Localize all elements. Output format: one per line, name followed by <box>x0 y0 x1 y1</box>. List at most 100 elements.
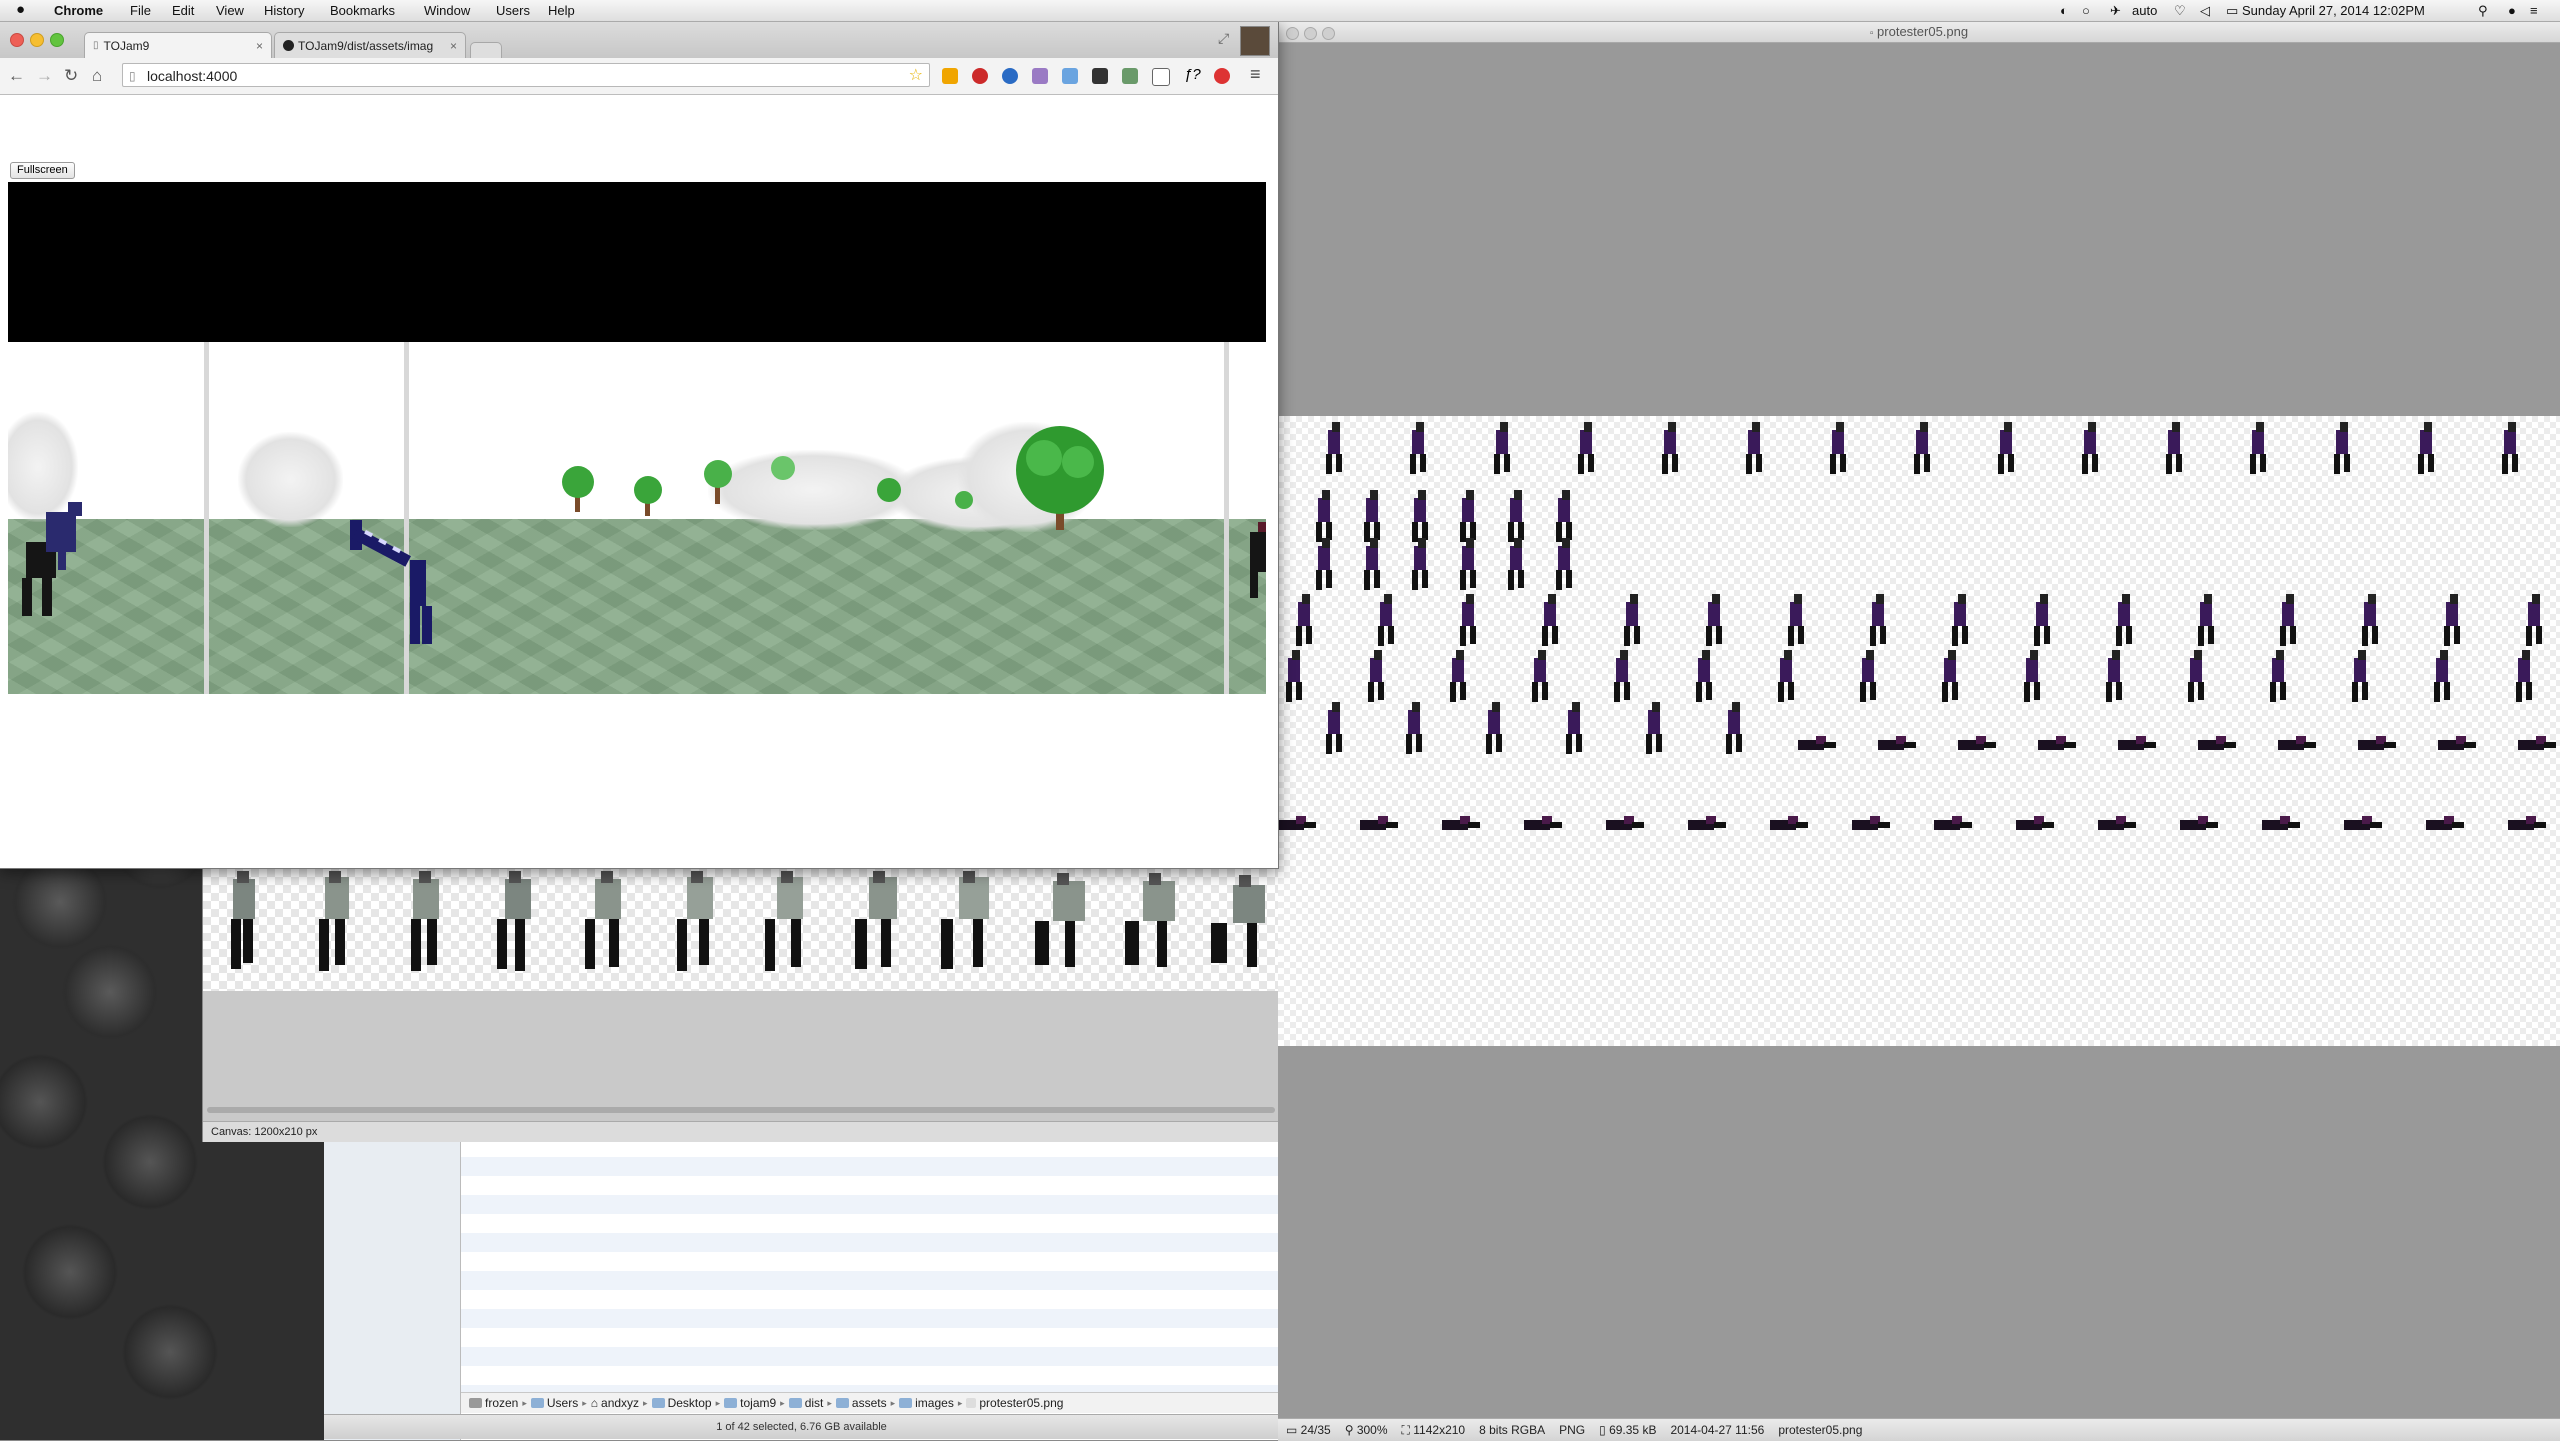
sprite-frame <box>1278 816 1316 830</box>
sprite-frame <box>1606 816 1644 830</box>
wifi-icon[interactable]: ♡ <box>2174 3 2186 19</box>
color-depth: 8 bits RGBA <box>1479 1423 1546 1437</box>
sprite-frame <box>1646 702 1662 754</box>
clock[interactable]: Sunday April 27, 2014 12:02PM <box>2242 3 2425 18</box>
sprite-frame <box>1326 422 1342 474</box>
new-tab-button[interactable] <box>470 42 502 58</box>
home-icon[interactable]: ⌂ <box>92 66 102 86</box>
path-item[interactable]: tojam9 <box>724 1396 776 1410</box>
fullscreen-arrows-icon[interactable]: ⤢ <box>1218 30 1229 47</box>
sprite-frame <box>1614 650 1630 702</box>
address-bar[interactable]: ▯ localhost:4000 ☆ <box>122 63 930 87</box>
chat-icon[interactable]: ○ <box>2082 3 2090 18</box>
sprite-frame <box>2188 650 2204 702</box>
battery-icon[interactable]: ▭ <box>2226 3 2238 19</box>
extension-icon[interactable] <box>1062 68 1078 84</box>
smoke-cloud <box>238 432 343 527</box>
tab-tojam9[interactable]: ▯ TOJam9 × <box>84 32 272 58</box>
finder-sidebar <box>324 1138 461 1440</box>
path-item[interactable]: protester05.png <box>966 1396 1063 1410</box>
extension-icon[interactable] <box>942 68 958 84</box>
tree <box>771 456 795 480</box>
sprite-frame <box>1406 702 1422 754</box>
zombie-sprite-frames <box>231 871 1265 971</box>
sprite-frame <box>2106 650 2122 702</box>
sprite-frame <box>2262 816 2300 830</box>
sprite-frame <box>2344 816 2382 830</box>
fullscreen-button[interactable]: Fullscreen <box>10 162 75 179</box>
extension-icon[interactable] <box>1092 68 1108 84</box>
sprite-frame <box>1998 422 2014 474</box>
extension-icon[interactable] <box>1032 68 1048 84</box>
chevron-right-icon: ▸ <box>715 1397 721 1408</box>
path-item[interactable]: ⌂ andxyz <box>591 1396 639 1410</box>
input-mode[interactable]: auto <box>2132 3 2157 18</box>
notification-center-icon[interactable]: ≡ <box>2530 3 2538 18</box>
close-button[interactable] <box>1286 27 1299 40</box>
sprite-sheet-image[interactable] <box>1278 416 2560 1046</box>
game-canvas[interactable] <box>8 182 1266 694</box>
path-item[interactable]: assets <box>835 1396 887 1410</box>
user-icon[interactable]: ● <box>2508 3 2516 18</box>
star-icon[interactable]: ☆ <box>909 64 923 88</box>
cast-icon[interactable] <box>1152 68 1170 86</box>
game-ground <box>8 519 1266 694</box>
menu-icon[interactable]: ≡ <box>1250 64 1261 85</box>
zoom-button[interactable] <box>1322 27 1335 40</box>
sprite-frame <box>2024 650 2040 702</box>
menu-edit[interactable]: Edit <box>172 3 194 18</box>
sprite-frame <box>2358 736 2396 750</box>
back-arrow-icon[interactable]: ← <box>8 66 25 86</box>
extension-icon[interactable] <box>1002 68 1018 84</box>
sprite-frame <box>1566 702 1582 754</box>
adblock-icon[interactable] <box>1214 68 1230 84</box>
minimize-button[interactable] <box>30 33 44 47</box>
file-name: protester05.png <box>1778 1423 1863 1437</box>
forward-arrow-icon[interactable]: → <box>36 66 53 86</box>
menu-history[interactable]: History <box>264 3 304 18</box>
finder-file-list[interactable] <box>461 1138 1279 1398</box>
input-source-icon[interactable]: ✈ <box>2110 3 2121 19</box>
sprite-frame <box>2250 422 2266 474</box>
avatar[interactable] <box>1240 26 1270 56</box>
sprite-frame <box>1578 422 1594 474</box>
sprite-frame <box>1412 490 1428 542</box>
app-menu[interactable]: Chrome <box>54 3 103 18</box>
extension-icon[interactable] <box>1122 68 1138 84</box>
menu-window[interactable]: Window <box>424 3 470 18</box>
sprite-frame <box>2270 650 2286 702</box>
path-item[interactable]: Users <box>530 1396 578 1410</box>
path-item[interactable]: dist <box>788 1396 823 1410</box>
menu-file[interactable]: File <box>130 3 151 18</box>
sprite-frame <box>1494 422 1510 474</box>
volume-icon[interactable]: ◁ <box>2200 3 2210 19</box>
spotlight-icon[interactable]: ⚲ <box>2478 3 2488 19</box>
sprite-frame <box>1442 816 1480 830</box>
tab-github[interactable]: TOJam9/dist/assets/imag × <box>274 32 466 58</box>
path-item[interactable]: images <box>899 1396 954 1410</box>
close-tab-icon[interactable]: × <box>256 39 263 53</box>
horizontal-scrollbar[interactable] <box>207 1107 1275 1113</box>
folder-icon <box>530 1398 544 1408</box>
menu-view[interactable]: View <box>216 3 244 18</box>
function-icon[interactable]: ƒ? <box>1184 66 1201 83</box>
close-tab-icon[interactable]: × <box>450 39 457 53</box>
timemachine-icon[interactable]: ◐ <box>2060 3 2068 18</box>
menu-users[interactable]: Users <box>496 3 530 18</box>
minimize-button[interactable] <box>1304 27 1317 40</box>
extension-icon[interactable] <box>972 68 988 84</box>
sprite-frame <box>1726 702 1742 754</box>
path-item[interactable]: Desktop <box>651 1396 712 1410</box>
sprite-frame <box>1852 816 1890 830</box>
sprite-strip-canvas[interactable] <box>203 861 1279 991</box>
apple-icon[interactable]: ● <box>16 1 25 18</box>
tree <box>955 491 973 509</box>
path-item[interactable]: frozen <box>469 1396 518 1410</box>
close-button[interactable] <box>10 33 24 47</box>
png-file-icon: ▫ <box>1869 28 1874 39</box>
finder-window: frozen ▸ Users ▸ ⌂ andxyz ▸ Desktop ▸ tojam9 ▸… <box>324 1138 1279 1440</box>
menu-help[interactable]: Help <box>548 3 575 18</box>
zoom-button[interactable] <box>50 33 64 47</box>
reload-icon[interactable]: ↻ <box>64 66 78 86</box>
menu-bookmarks[interactable]: Bookmarks <box>330 3 395 18</box>
